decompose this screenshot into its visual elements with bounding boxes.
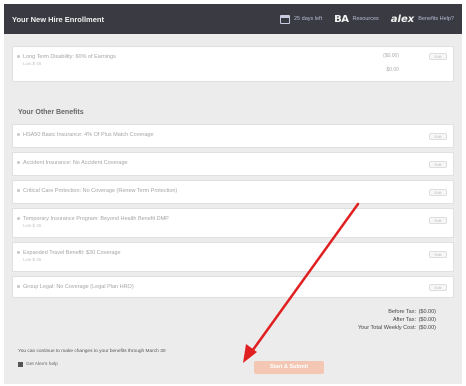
edit-button[interactable]: Edit bbox=[429, 284, 447, 291]
total-cost-label: Your Total Weekly Cost: bbox=[358, 325, 416, 331]
bullet-icon bbox=[17, 217, 20, 220]
edit-button[interactable]: Edit bbox=[429, 217, 447, 224]
edit-button[interactable]: Edit bbox=[429, 53, 447, 60]
benefit-name: Critical Care Protection: No Coverage (R… bbox=[23, 188, 178, 194]
ba-logo: BA bbox=[334, 13, 349, 25]
benefit-name: Group Legal: No Coverage (Legal Plan HRO… bbox=[23, 284, 134, 290]
totals-values: ($0.00) ($0.00) ($0.00) bbox=[419, 308, 436, 332]
edit-button[interactable]: Edit bbox=[429, 133, 447, 140]
bullet-icon bbox=[17, 161, 20, 164]
resources-link[interactable]: BA Resources bbox=[334, 14, 379, 25]
list-item[interactable]: Critical Care Protection: No Coverage (R… bbox=[12, 180, 454, 204]
list-item[interactable]: Temporary Insurance Program: Beyond Heal… bbox=[12, 208, 454, 238]
list-item-top[interactable]: Long Term Disability: 60% of Earnings Lo… bbox=[12, 46, 454, 82]
benefits-help-label: Benefits Help? bbox=[418, 16, 454, 22]
list-item[interactable]: Accident Insurance: No Accident Coverage… bbox=[12, 152, 454, 176]
calendar-icon bbox=[279, 14, 290, 24]
deadline-note: You can continue to make changes to your… bbox=[18, 349, 166, 354]
alex-logo: alex bbox=[390, 13, 415, 25]
edit-button[interactable]: Edit bbox=[429, 161, 447, 168]
bullet-icon bbox=[17, 251, 20, 254]
page-title: Your New Hire Enrollment bbox=[12, 14, 104, 24]
benefit-name: Temporary Insurance Program: Beyond Heal… bbox=[23, 216, 169, 222]
alex-help-link[interactable]: alex Benefits Help? bbox=[391, 14, 454, 25]
benefit-price-secondary: $0.00 bbox=[386, 67, 399, 73]
bullet-icon bbox=[17, 133, 20, 136]
section-heading: Your Other Benefits bbox=[18, 109, 84, 116]
benefit-sub: Low $ 45 bbox=[23, 223, 42, 228]
benefit-sub: Low $ 45 bbox=[23, 257, 42, 262]
before-tax-label: Before Tax: bbox=[388, 309, 416, 315]
start-submit-button[interactable]: Start & Submit bbox=[254, 361, 324, 374]
days-left-link[interactable]: 25 days left bbox=[279, 14, 323, 24]
benefit-sub: Low $ 45 bbox=[23, 61, 42, 66]
before-tax-value: ($0.00) bbox=[418, 309, 436, 315]
edit-button[interactable]: Edit bbox=[429, 189, 447, 196]
benefit-name: Long Term Disability: 60% of Earnings bbox=[23, 54, 116, 60]
content-area: Long Term Disability: 60% of Earnings Lo… bbox=[4, 34, 462, 384]
bullet-icon bbox=[17, 189, 20, 192]
after-tax-label: After Tax: bbox=[392, 317, 416, 323]
bullet-icon bbox=[17, 55, 20, 58]
benefit-name: Expanded Travel Benefit: $30 Coverage bbox=[23, 250, 121, 256]
bullet-icon bbox=[17, 285, 20, 288]
after-tax-value: ($0.00) bbox=[418, 317, 436, 323]
header-bar: Your New Hire Enrollment 25 days left BA… bbox=[4, 4, 462, 34]
resources-label: Resources bbox=[352, 16, 379, 22]
list-item[interactable]: Group Legal: No Coverage (Legal Plan HRO… bbox=[12, 276, 454, 298]
alex-help-footer-label: Get Alex's help bbox=[26, 362, 58, 367]
totals-labels: Before Tax: After Tax: Your Total Weekly… bbox=[358, 308, 416, 332]
days-left-label: 25 days left bbox=[293, 16, 323, 22]
help-icon bbox=[18, 362, 23, 367]
benefit-name: HSA50 Basic Insurance: 4% Of Plus Match … bbox=[23, 132, 154, 138]
alex-help-footer-link[interactable]: Get Alex's help bbox=[18, 362, 58, 367]
list-item[interactable]: Expanded Travel Benefit: $30 Coverage Lo… bbox=[12, 242, 454, 272]
benefit-name: Accident Insurance: No Accident Coverage bbox=[23, 160, 128, 166]
benefit-price: ($0.00) bbox=[383, 53, 399, 59]
edit-button[interactable]: Edit bbox=[429, 251, 447, 258]
list-item[interactable]: HSA50 Basic Insurance: 4% Of Plus Match … bbox=[12, 124, 454, 148]
total-cost-value: ($0.00) bbox=[418, 325, 436, 331]
